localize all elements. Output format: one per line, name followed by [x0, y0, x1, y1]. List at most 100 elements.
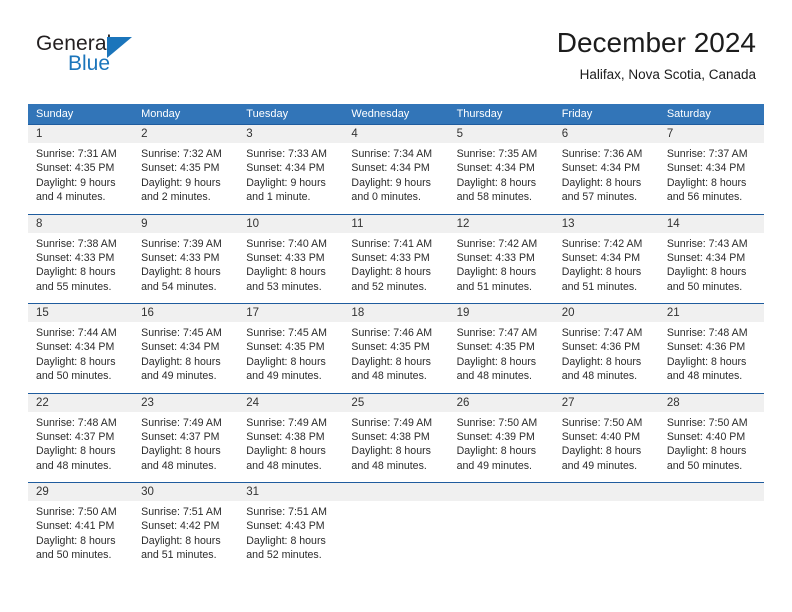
- day-cell[interactable]: 28 Sunrise: 7:50 AM Sunset: 4:40 PM Dayl…: [658, 393, 764, 482]
- sunrise-text: Sunrise: 7:39 AM: [141, 237, 222, 250]
- daylight-text-line2: and 48 minutes.: [351, 459, 427, 472]
- day-cell[interactable]: 7 Sunrise: 7:37 AM Sunset: 4:34 PM Dayli…: [658, 125, 764, 214]
- day-cell[interactable]: 18 Sunrise: 7:46 AM Sunset: 4:35 PM Dayl…: [343, 304, 449, 393]
- brand-name-blue: Blue: [68, 52, 111, 75]
- day-cell[interactable]: 31 Sunrise: 7:51 AM Sunset: 4:43 PM Dayl…: [238, 483, 344, 572]
- sunrise-text: Sunrise: 7:49 AM: [351, 416, 433, 429]
- daylight-text-line2: and 48 minutes.: [36, 459, 112, 472]
- day-cell[interactable]: 3 Sunrise: 7:33 AM Sunset: 4:34 PM Dayli…: [238, 125, 344, 214]
- day-details: Sunrise: 7:51 AM Sunset: 4:43 PM Dayligh…: [238, 501, 343, 563]
- daylight-text-line1: Daylight: 8 hours: [141, 266, 221, 279]
- day-cell[interactable]: 29 Sunrise: 7:50 AM Sunset: 4:41 PM Dayl…: [28, 483, 134, 572]
- sunset-text: Sunset: 4:33 PM: [351, 251, 430, 264]
- day-cell[interactable]: 15 Sunrise: 7:44 AM Sunset: 4:34 PM Dayl…: [28, 304, 134, 393]
- day-cell[interactable]: 21 Sunrise: 7:48 AM Sunset: 4:36 PM Dayl…: [658, 304, 764, 393]
- sunrise-text: Sunrise: 7:48 AM: [666, 327, 748, 339]
- day-details: Sunrise: 7:40 AM Sunset: 4:33 PM Dayligh…: [238, 233, 343, 295]
- day-cell[interactable]: 26 Sunrise: 7:50 AM Sunset: 4:39 PM Dayl…: [448, 393, 554, 482]
- daylight-text-line2: and 49 minutes.: [141, 370, 217, 383]
- day-cell[interactable]: 10 Sunrise: 7:40 AM Sunset: 4:33 PM Dayl…: [238, 214, 344, 303]
- daylight-text-line1: Daylight: 8 hours: [36, 266, 116, 279]
- day-number: 22: [28, 393, 134, 412]
- sunrise-text: Sunrise: 7:49 AM: [141, 416, 222, 429]
- weekday-header-row: Sunday Monday Tuesday Wednesday Thursday…: [28, 104, 764, 124]
- day-cell[interactable]: 23 Sunrise: 7:49 AM Sunset: 4:37 PM Dayl…: [133, 393, 239, 482]
- day-cell[interactable]: 4 Sunrise: 7:34 AM Sunset: 4:34 PM Dayli…: [343, 125, 449, 214]
- day-number: 19: [448, 304, 554, 322]
- day-number: 3: [238, 125, 344, 143]
- day-details: Sunrise: 7:43 AM Sunset: 4:34 PM Dayligh…: [659, 233, 764, 295]
- sunrise-text: Sunrise: 7:47 AM: [456, 327, 538, 339]
- location-subtitle: Halifax, Nova Scotia, Canada: [579, 67, 756, 82]
- day-details: Sunrise: 7:34 AM Sunset: 4:34 PM Dayligh…: [343, 143, 448, 205]
- day-number: 28: [658, 393, 764, 412]
- day-cell[interactable]: 17 Sunrise: 7:45 AM Sunset: 4:35 PM Dayl…: [238, 304, 344, 393]
- sunrise-text: Sunrise: 7:50 AM: [666, 416, 748, 429]
- sunset-text: Sunset: 4:40 PM: [666, 430, 746, 443]
- day-number: 10: [238, 214, 344, 233]
- day-details: Sunrise: 7:37 AM Sunset: 4:34 PM Dayligh…: [659, 143, 764, 205]
- sunrise-text: Sunrise: 7:41 AM: [351, 237, 433, 250]
- day-cell[interactable]: 8 Sunrise: 7:38 AM Sunset: 4:33 PM Dayli…: [28, 214, 134, 303]
- day-cell[interactable]: 9 Sunrise: 7:39 AM Sunset: 4:33 PM Dayli…: [133, 214, 239, 303]
- daylight-text-line1: Daylight: 8 hours: [561, 445, 642, 458]
- day-details: Sunrise: 7:45 AM Sunset: 4:35 PM Dayligh…: [238, 322, 343, 384]
- sunset-text: Sunset: 4:34 PM: [351, 162, 430, 175]
- day-number: 1: [28, 125, 134, 143]
- day-cell[interactable]: 11 Sunrise: 7:41 AM Sunset: 4:33 PM Dayl…: [343, 214, 449, 303]
- day-cell[interactable]: 2 Sunrise: 7:32 AM Sunset: 4:35 PM Dayli…: [133, 125, 239, 214]
- triangle-icon: [107, 37, 132, 58]
- daylight-text-line2: and 48 minutes.: [246, 459, 322, 472]
- day-cell[interactable]: 19 Sunrise: 7:47 AM Sunset: 4:35 PM Dayl…: [448, 304, 554, 393]
- sunset-text: Sunset: 4:38 PM: [351, 430, 430, 443]
- sunrise-text: Sunrise: 7:48 AM: [36, 416, 117, 429]
- day-number: 24: [238, 393, 344, 412]
- sunrise-text: Sunrise: 7:45 AM: [141, 327, 222, 339]
- day-details: Sunrise: 7:50 AM Sunset: 4:41 PM Dayligh…: [28, 501, 133, 563]
- day-cell[interactable]: 13 Sunrise: 7:42 AM Sunset: 4:34 PM Dayl…: [553, 214, 659, 303]
- sunset-text: Sunset: 4:33 PM: [141, 251, 220, 264]
- day-cell[interactable]: 24 Sunrise: 7:49 AM Sunset: 4:38 PM Dayl…: [238, 393, 344, 482]
- daylight-text-line1: Daylight: 8 hours: [246, 266, 326, 279]
- day-cell[interactable]: 6 Sunrise: 7:36 AM Sunset: 4:34 PM Dayli…: [553, 125, 659, 214]
- day-cell[interactable]: 1 Sunrise: 7:31 AM Sunset: 4:35 PM Dayli…: [28, 125, 134, 214]
- daylight-text-line1: Daylight: 8 hours: [456, 176, 537, 189]
- day-cell[interactable]: 12 Sunrise: 7:42 AM Sunset: 4:33 PM Dayl…: [448, 214, 554, 303]
- weekday-tuesday: Tuesday: [246, 108, 289, 120]
- day-cell[interactable]: 20 Sunrise: 7:47 AM Sunset: 4:36 PM Dayl…: [553, 304, 659, 393]
- day-cell[interactable]: 30 Sunrise: 7:51 AM Sunset: 4:42 PM Dayl…: [133, 483, 239, 572]
- sunrise-text: Sunrise: 7:37 AM: [666, 148, 748, 160]
- day-cell[interactable]: 14 Sunrise: 7:43 AM Sunset: 4:34 PM Dayl…: [658, 214, 764, 303]
- day-details: Sunrise: 7:48 AM Sunset: 4:37 PM Dayligh…: [28, 412, 133, 474]
- day-number: 6: [553, 125, 659, 143]
- day-number: [448, 483, 554, 501]
- brand-logo[interactable]: General Blue: [36, 32, 216, 88]
- sunset-text: Sunset: 4:33 PM: [456, 251, 535, 264]
- sunrise-text: Sunrise: 7:32 AM: [141, 148, 222, 160]
- sunrise-text: Sunrise: 7:47 AM: [561, 327, 643, 339]
- day-details: Sunrise: 7:51 AM Sunset: 4:42 PM Dayligh…: [133, 501, 238, 563]
- day-details: Sunrise: 7:33 AM Sunset: 4:34 PM Dayligh…: [238, 143, 343, 205]
- daylight-text-line1: Daylight: 8 hours: [246, 534, 326, 547]
- daylight-text-line1: Daylight: 8 hours: [36, 445, 116, 458]
- daylight-text-line1: Daylight: 8 hours: [36, 355, 116, 368]
- week-row: 29 Sunrise: 7:50 AM Sunset: 4:41 PM Dayl…: [28, 482, 764, 572]
- weekday-sunday: Sunday: [36, 108, 74, 120]
- day-cell-empty: [448, 483, 554, 572]
- sunrise-text: Sunrise: 7:36 AM: [561, 148, 643, 160]
- day-cell[interactable]: 25 Sunrise: 7:49 AM Sunset: 4:38 PM Dayl…: [343, 393, 449, 482]
- day-number: 31: [238, 483, 344, 501]
- sunrise-text: Sunrise: 7:51 AM: [246, 506, 327, 518]
- sunrise-text: Sunrise: 7:31 AM: [36, 148, 117, 160]
- day-details: Sunrise: 7:49 AM Sunset: 4:37 PM Dayligh…: [133, 412, 238, 474]
- day-cell[interactable]: 27 Sunrise: 7:50 AM Sunset: 4:40 PM Dayl…: [553, 393, 659, 482]
- day-cell[interactable]: 16 Sunrise: 7:45 AM Sunset: 4:34 PM Dayl…: [133, 304, 239, 393]
- week-row: 22 Sunrise: 7:48 AM Sunset: 4:37 PM Dayl…: [28, 392, 764, 482]
- day-cell[interactable]: 22 Sunrise: 7:48 AM Sunset: 4:37 PM Dayl…: [28, 393, 134, 482]
- day-details: Sunrise: 7:42 AM Sunset: 4:34 PM Dayligh…: [554, 233, 659, 295]
- day-cell-empty: [658, 483, 764, 572]
- weekday-friday: Friday: [561, 108, 593, 120]
- daylight-text-line2: and 57 minutes.: [561, 191, 638, 204]
- daylight-text-line2: and 58 minutes.: [456, 191, 532, 204]
- day-cell[interactable]: 5 Sunrise: 7:35 AM Sunset: 4:34 PM Dayli…: [448, 125, 554, 214]
